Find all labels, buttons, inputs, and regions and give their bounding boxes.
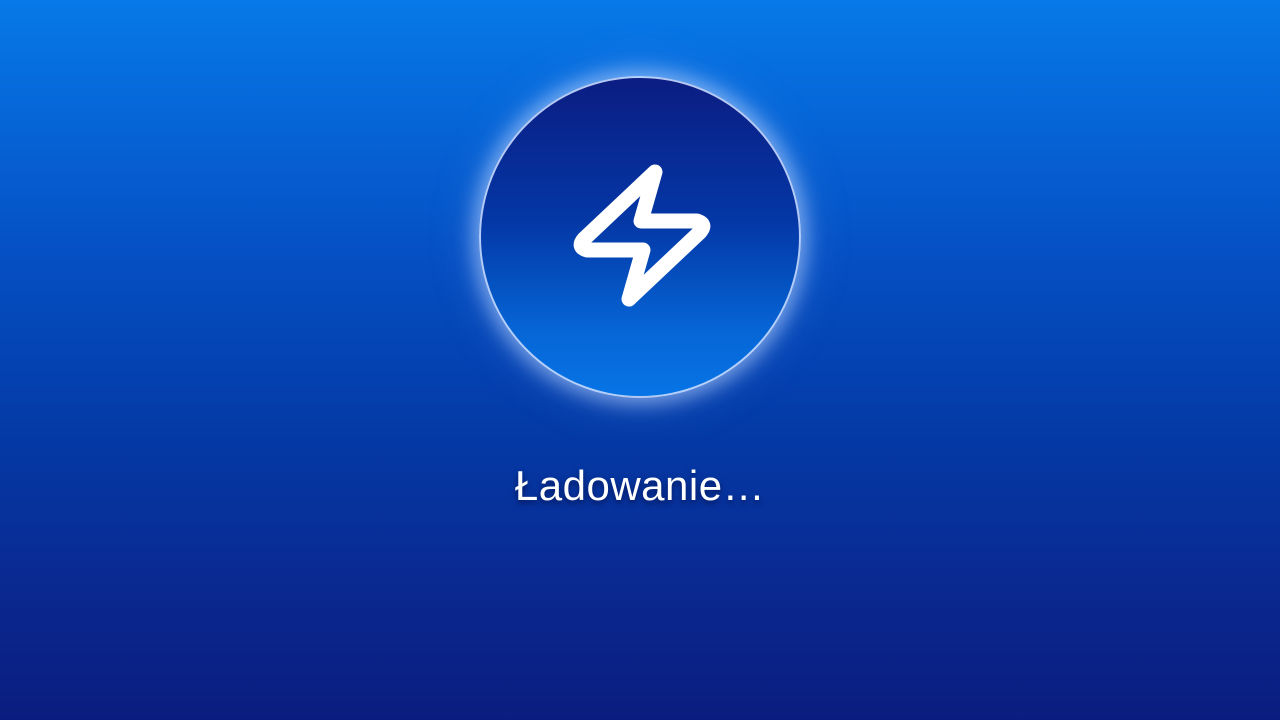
- loading-status-text: Ładowanie…: [514, 462, 766, 509]
- loading-logo-circle: [479, 76, 801, 398]
- lightning-bolt-icon: [573, 164, 711, 307]
- loading-screen: Ładowanie…: [0, 0, 1280, 720]
